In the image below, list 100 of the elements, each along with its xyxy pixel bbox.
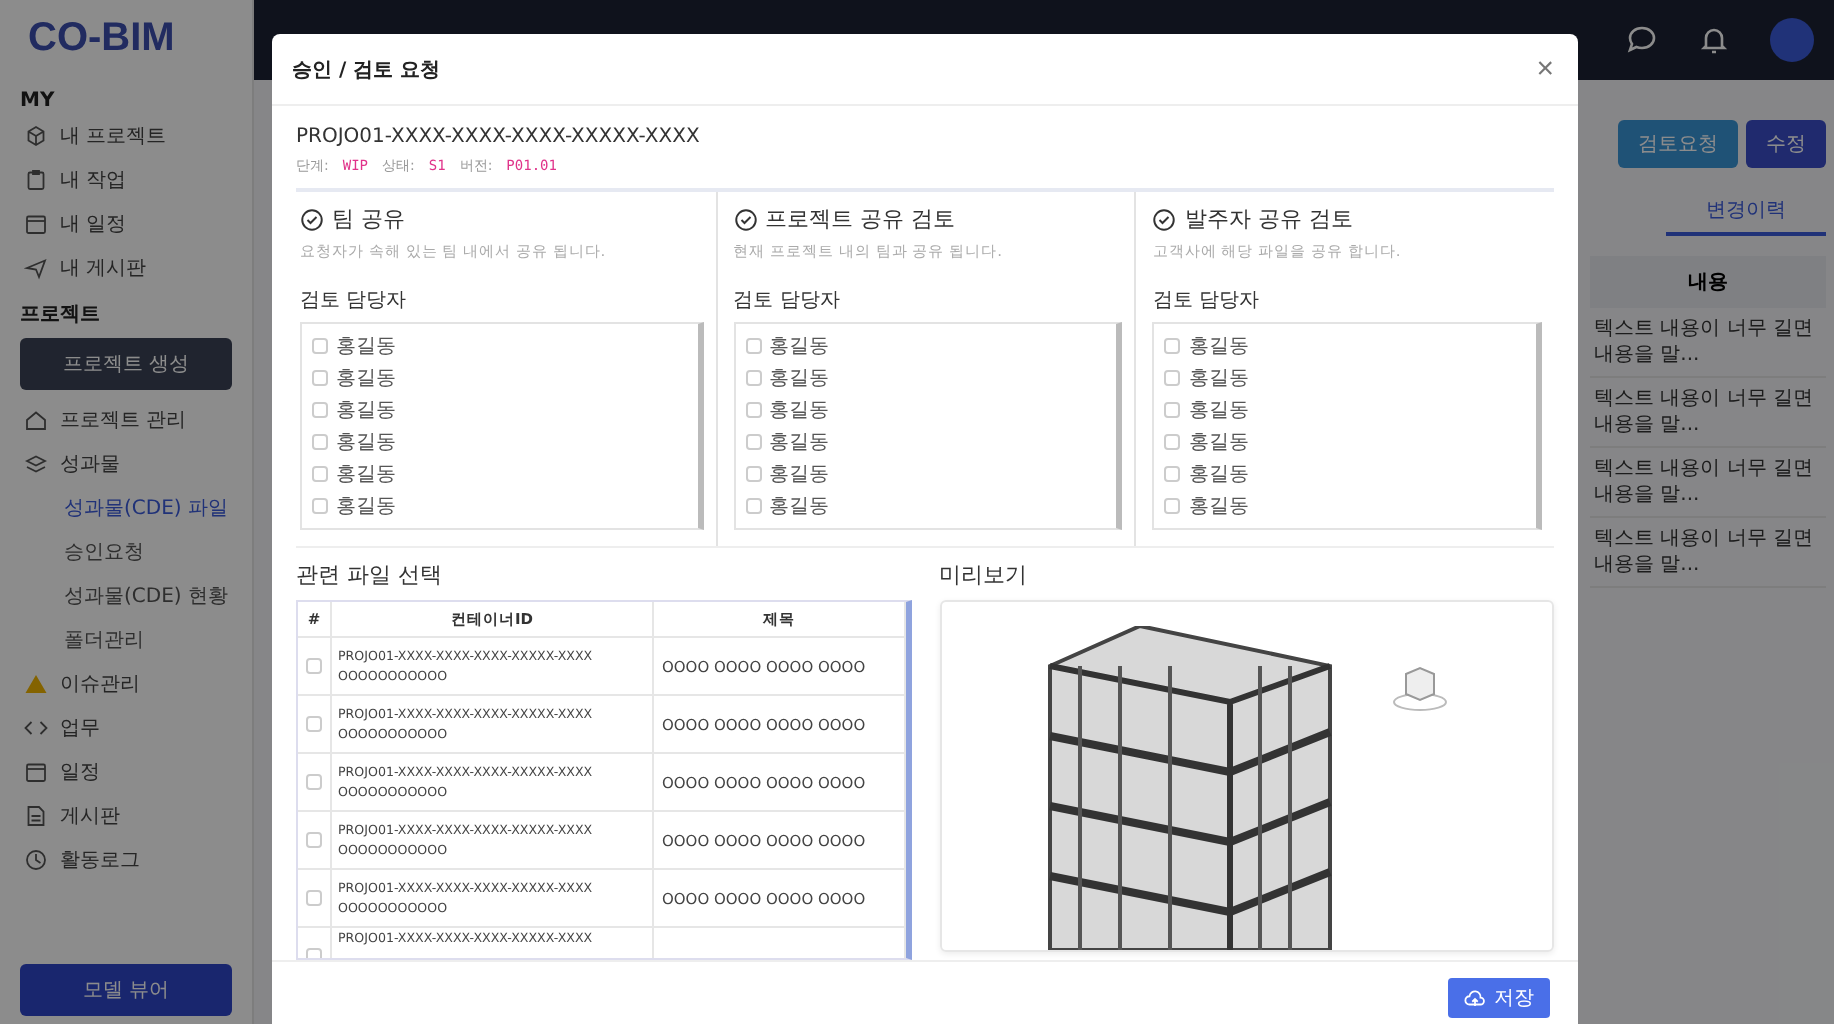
model-viewer-button[interactable]: 모델 뷰어 (20, 964, 232, 1016)
sidebar-item[interactable]: 내 게시판 (20, 248, 232, 288)
nav-item-label: 게시판 (60, 804, 120, 830)
checkbox[interactable] (312, 466, 328, 483)
checkbox[interactable] (306, 716, 322, 732)
action-button[interactable]: 검토요청 (1618, 120, 1738, 168)
nav-item-label: 활동로그 (60, 848, 140, 874)
reviewer-name: 홍길동 (336, 462, 396, 489)
calendar-icon (24, 212, 48, 236)
action-button[interactable]: 수정 (1746, 120, 1826, 168)
nav-item[interactable]: 업무 (20, 708, 232, 748)
save-button[interactable]: 저장 (1448, 978, 1550, 1018)
nav-item[interactable]: 성과물 (20, 444, 232, 484)
nav-item[interactable]: 일정 (20, 752, 232, 792)
nav-item[interactable]: 게시판 (20, 796, 232, 836)
layers-icon (24, 452, 48, 476)
sidebar-heading: MY (20, 90, 57, 112)
table-cell: 텍스트 내용이 너무 길면 내용을 말... (1590, 308, 1826, 378)
warning-icon (24, 672, 48, 696)
reviewer-name: 홍길동 (769, 365, 830, 392)
nav-item-label: 프로젝트 관리 (60, 408, 187, 434)
nav-subitem[interactable]: 폴더관리 (20, 620, 232, 660)
table-cell: 텍스트 내용이 너무 길면 내용을 말... (1590, 378, 1826, 448)
checkbox[interactable] (745, 369, 762, 386)
checkbox[interactable] (312, 498, 328, 515)
checkbox[interactable] (312, 337, 328, 354)
reviewer-name: 홍길동 (1188, 430, 1249, 457)
nav-item-label: 업무 (60, 716, 100, 742)
view-cube-icon[interactable] (1389, 662, 1449, 714)
checkbox[interactable] (1164, 369, 1181, 386)
option-title: 발주자 공유 검토 (1184, 204, 1353, 234)
nav-item[interactable]: 프로젝트 관리 (20, 400, 232, 440)
nav-item-label: 성과물 (60, 452, 120, 478)
reviewer-name: 홍길동 (1188, 365, 1249, 392)
check-circle-icon (300, 207, 324, 231)
checkbox[interactable] (312, 434, 328, 451)
history-tab[interactable]: 변경이력 (1666, 188, 1826, 236)
sidebar-item-label: 내 프로젝트 (60, 124, 167, 150)
column-header: 내용 (1590, 256, 1826, 308)
cloud-upload-icon (1464, 987, 1486, 1009)
checkbox[interactable] (306, 832, 322, 848)
reviewer-label: 검토 담당자 (1152, 288, 1262, 314)
reviewer-name: 홍길동 (769, 462, 830, 489)
reviewer-name: 홍길동 (1188, 494, 1249, 521)
section-title: 관련 파일 선택 (296, 560, 444, 590)
nav-item[interactable]: 이슈관리 (20, 664, 232, 704)
reviewer-name: 홍길동 (1188, 397, 1249, 424)
dialog-title: 승인 / 검토 요청 (292, 57, 441, 83)
table-cell: 텍스트 내용이 너무 길면 내용을 말... (1590, 518, 1826, 588)
box-icon (24, 124, 48, 148)
checkbox[interactable] (745, 337, 762, 354)
option-title: 팀 공유 (332, 204, 405, 234)
document-icon (24, 804, 48, 828)
check-circle-icon (733, 207, 758, 231)
reviewer-label: 검토 담당자 (300, 288, 409, 314)
table-cell: 텍스트 내용이 너무 길면 내용을 말... (1590, 448, 1826, 518)
checkbox[interactable] (312, 401, 328, 418)
reviewer-name: 홍길동 (336, 494, 396, 521)
reviewer-name: 홍길동 (336, 430, 396, 457)
section-title: 미리보기 (939, 560, 1029, 590)
checkbox[interactable] (1164, 498, 1181, 515)
checkbox[interactable] (745, 498, 762, 515)
reviewer-name: 홍길동 (769, 397, 830, 424)
checkbox[interactable] (306, 774, 322, 790)
bell-icon[interactable] (1698, 24, 1730, 56)
nav-item[interactable]: 활동로그 (20, 840, 232, 880)
calendar-icon (24, 760, 48, 784)
app-logo[interactable]: CO-BIM (20, 12, 232, 78)
checkbox[interactable] (1164, 466, 1181, 483)
checkbox[interactable] (745, 434, 762, 451)
sidebar-item[interactable]: 내 작업 (20, 160, 232, 200)
nav-subitem[interactable]: 성과물(CDE) 파일 (20, 488, 232, 528)
reviewer-name: 홍길동 (769, 333, 830, 360)
nav-subitem[interactable]: 성과물(CDE) 현황 (20, 576, 232, 616)
checkbox[interactable] (1164, 401, 1181, 418)
check-circle-icon (1152, 207, 1177, 231)
code-icon (24, 716, 48, 740)
user-avatar[interactable] (1770, 18, 1814, 62)
create-project-button[interactable]: 프로젝트 생성 (20, 338, 232, 390)
checkbox[interactable] (1164, 434, 1181, 451)
nav-subitem[interactable]: 승인요청 (20, 532, 232, 572)
nav-item-label: 이슈관리 (60, 672, 140, 698)
sidebar-item-label: 내 일정 (60, 212, 127, 238)
reviewer-name: 홍길동 (1188, 462, 1249, 489)
checkbox[interactable] (745, 466, 762, 483)
close-button[interactable]: × (1532, 52, 1558, 86)
reviewer-name: 홍길동 (769, 430, 830, 457)
sidebar-item[interactable]: 내 프로젝트 (20, 116, 232, 156)
chat-icon[interactable] (1626, 24, 1658, 56)
reviewer-name: 홍길동 (336, 333, 396, 360)
sidebar-item[interactable]: 내 일정 (20, 204, 232, 244)
house-icon (24, 408, 48, 432)
file-id: PROJO01-XXXX-XXXX-XXXX-XXXXX-XXXX (296, 126, 702, 148)
checkbox[interactable] (312, 369, 328, 386)
reviewer-label: 검토 담당자 (733, 288, 842, 314)
checkbox[interactable] (745, 401, 762, 418)
checkbox[interactable] (306, 658, 322, 674)
sidebar-item-label: 내 게시판 (60, 256, 147, 282)
checkbox[interactable] (1164, 337, 1181, 354)
checkbox[interactable] (306, 890, 322, 906)
